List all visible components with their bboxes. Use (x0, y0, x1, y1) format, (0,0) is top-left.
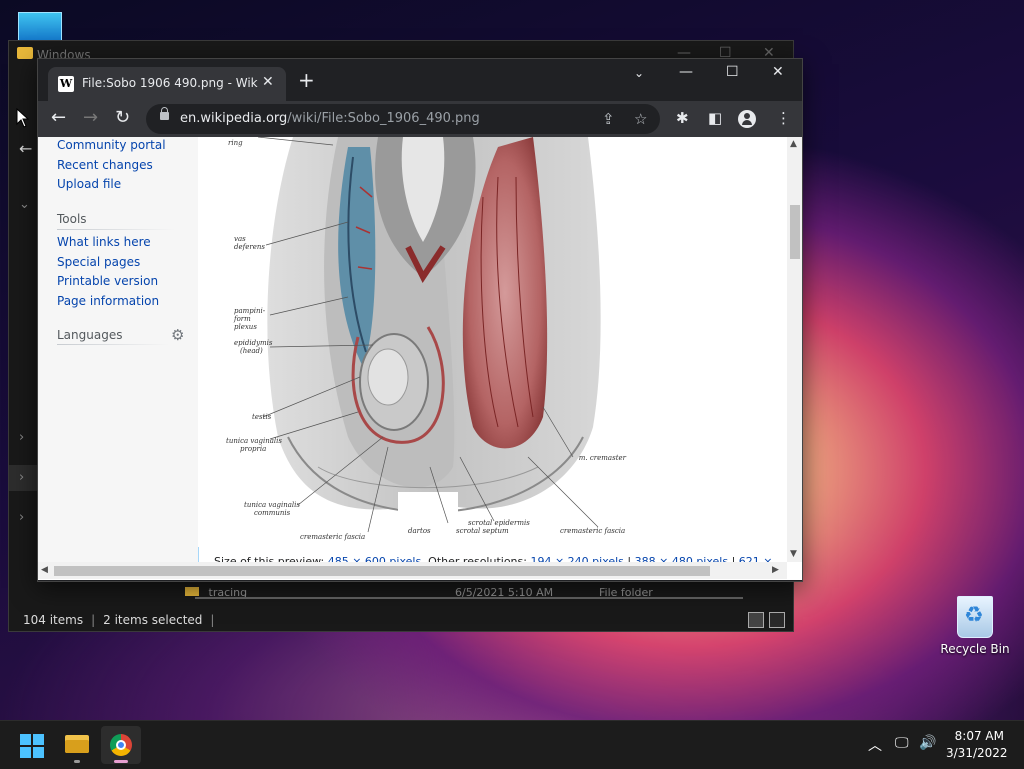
new-tab-icon[interactable]: + (298, 70, 315, 90)
label-tunica-vaginalis-propria: tunica vaginalis (226, 437, 282, 445)
profile-avatar-icon[interactable] (738, 110, 756, 128)
chrome-window[interactable]: W File:Sobo 1906 490.png - Wikipe ✕ + ⌄ … (37, 58, 803, 582)
svg-text:(head): (head) (240, 347, 263, 355)
volume-icon[interactable]: 🔊 (919, 735, 936, 751)
forward-icon[interactable]: → (83, 109, 98, 127)
label-ring: ring (228, 139, 243, 147)
label-cremasteric-fascia-right: cremasteric fascia (560, 527, 625, 535)
mouse-cursor-icon (16, 108, 30, 128)
sidebar-link-recent-changes[interactable]: Recent changes (57, 158, 153, 172)
vertical-scroll-thumb[interactable] (790, 205, 800, 259)
taskbar-file-explorer[interactable] (57, 726, 97, 764)
svg-text:propria: propria (240, 445, 266, 453)
tiles-view-button[interactable] (769, 612, 785, 628)
vertical-scrollbar[interactable]: ▲ ▼ (787, 137, 802, 562)
scroll-down-icon[interactable]: ▼ (790, 549, 797, 559)
folder-icon (185, 587, 199, 596)
sidebar-link-upload-file[interactable]: Upload file (57, 177, 121, 191)
back-icon[interactable]: ← (51, 109, 66, 127)
sidebar-link-what-links-here[interactable]: What links here (57, 235, 151, 249)
scroll-up-icon[interactable]: ▲ (790, 139, 797, 149)
divider (57, 229, 175, 230)
details-view-button[interactable] (748, 612, 764, 628)
explorer-hscrollbar[interactable] (195, 597, 743, 599)
system-clock[interactable]: 8:07 AM 3/31/2022 (946, 728, 1008, 762)
bookmark-star-icon[interactable]: ☆ (634, 110, 647, 128)
url-host: en.wikipedia.org (180, 111, 288, 126)
tab-close-icon[interactable]: ✕ (262, 74, 274, 90)
languages-heading: Languages (57, 328, 123, 342)
tools-heading: Tools (57, 212, 87, 226)
extensions-icon[interactable]: ✱ (676, 109, 689, 127)
wikipedia-favicon-icon: W (58, 76, 74, 92)
svg-text:plexus: plexus (234, 323, 257, 331)
browser-toolbar: ← → ↻ en.wikipedia.org/wiki/File:Sobo_19… (38, 101, 802, 137)
label-scrotal-septum: scrotal septum (456, 527, 509, 535)
label-dartos: dartos (408, 527, 431, 535)
recycle-bin-label: Recycle Bin (940, 642, 1010, 656)
tab-search-chevron-icon[interactable]: ⌄ (634, 66, 644, 80)
svg-text:form: form (233, 315, 251, 323)
show-hidden-icons-chevron-icon[interactable]: ︿ (868, 735, 882, 755)
selected-count: 2 items selected (103, 613, 203, 627)
menu-kebab-icon[interactable]: ⋮ (776, 109, 791, 127)
label-testis: testis (252, 413, 272, 421)
folder-icon (17, 47, 33, 59)
anatomy-image[interactable]: ring vas deferens pampini-form plexus epid… (198, 137, 648, 547)
scroll-right-icon[interactable]: ▶ (772, 565, 779, 575)
sidebar-link-page-information[interactable]: Page information (57, 294, 159, 308)
recycle-bin[interactable]: Recycle Bin (940, 596, 1010, 656)
browser-tab[interactable]: W File:Sobo 1906 490.png - Wikipe ✕ (48, 67, 286, 101)
label-vas-deferens: vas (234, 235, 246, 243)
gear-icon[interactable]: ⚙ (171, 326, 184, 344)
sidebar-link-printable-version[interactable]: Printable version (57, 274, 158, 288)
lock-icon (160, 107, 169, 120)
chevron-down-icon[interactable]: ⌄ (19, 197, 30, 212)
horizontal-scroll-thumb[interactable] (54, 566, 710, 576)
anatomy-illustration: ring vasdeferens pampini-formplexus epid… (198, 137, 648, 547)
clock-time: 8:07 AM (954, 729, 1004, 743)
web-page: Community portal Recent changes Upload f… (38, 137, 802, 580)
label-cremaster: m. cremaster (579, 454, 627, 462)
explorer-back-icon[interactable]: ← (19, 139, 32, 158)
address-bar[interactable]: en.wikipedia.org/wiki/File:Sobo_1906_490… (146, 104, 660, 134)
label-pampiniform: pampini- (234, 307, 266, 315)
taskbar-chrome[interactable] (101, 726, 141, 764)
chevron-right-icon[interactable]: › (19, 470, 24, 485)
sidebar-link-special-pages[interactable]: Special pages (57, 255, 140, 269)
label-scrotal-epidermis: scrotal epidermis (468, 519, 530, 527)
desktop-app-icon[interactable] (18, 12, 62, 42)
clock-date: 3/31/2022 (946, 746, 1008, 760)
taskbar: ︿ 🖵 🔊 8:07 AM 3/31/2022 (0, 720, 1024, 769)
network-icon[interactable]: 🖵 (895, 735, 909, 751)
horizontal-scrollbar[interactable]: ◀ ▶ (38, 562, 787, 579)
svg-text:deferens: deferens (234, 243, 265, 251)
chevron-right-icon[interactable]: › (19, 430, 24, 445)
label-tunica-vaginalis-communis: tunica vaginalis (244, 501, 300, 509)
label-epididymis: epididymis (234, 339, 273, 347)
minimize-icon[interactable]: — (679, 64, 693, 80)
url-text[interactable]: en.wikipedia.org/wiki/File:Sobo_1906_490… (180, 111, 480, 126)
recycle-bin-icon (957, 596, 993, 638)
tab-title: File:Sobo 1906 490.png - Wikipe (82, 76, 258, 90)
label-cremasteric-fascia-left: cremasteric fascia (300, 533, 365, 541)
start-windows-icon[interactable] (20, 734, 44, 758)
reload-icon[interactable]: ↻ (115, 109, 130, 127)
explorer-status-bar: 104 items | 2 items selected | (23, 613, 215, 627)
maximize-icon[interactable]: ☐ (726, 64, 739, 80)
svg-text:communis: communis (254, 509, 291, 517)
sidebar-link-community-portal[interactable]: Community portal (57, 138, 166, 152)
url-path: /wiki/File:Sobo_1906_490.png (287, 111, 480, 126)
wiki-sidebar: Community portal Recent changes Upload f… (38, 137, 199, 562)
side-panel-icon[interactable]: ◧ (708, 109, 722, 127)
chevron-right-icon[interactable]: › (19, 510, 24, 525)
share-icon[interactable]: ⇪ (602, 110, 615, 128)
divider (57, 344, 169, 345)
item-count: 104 items (23, 613, 84, 627)
scroll-left-icon[interactable]: ◀ (41, 565, 48, 575)
close-icon[interactable]: ✕ (772, 64, 784, 80)
